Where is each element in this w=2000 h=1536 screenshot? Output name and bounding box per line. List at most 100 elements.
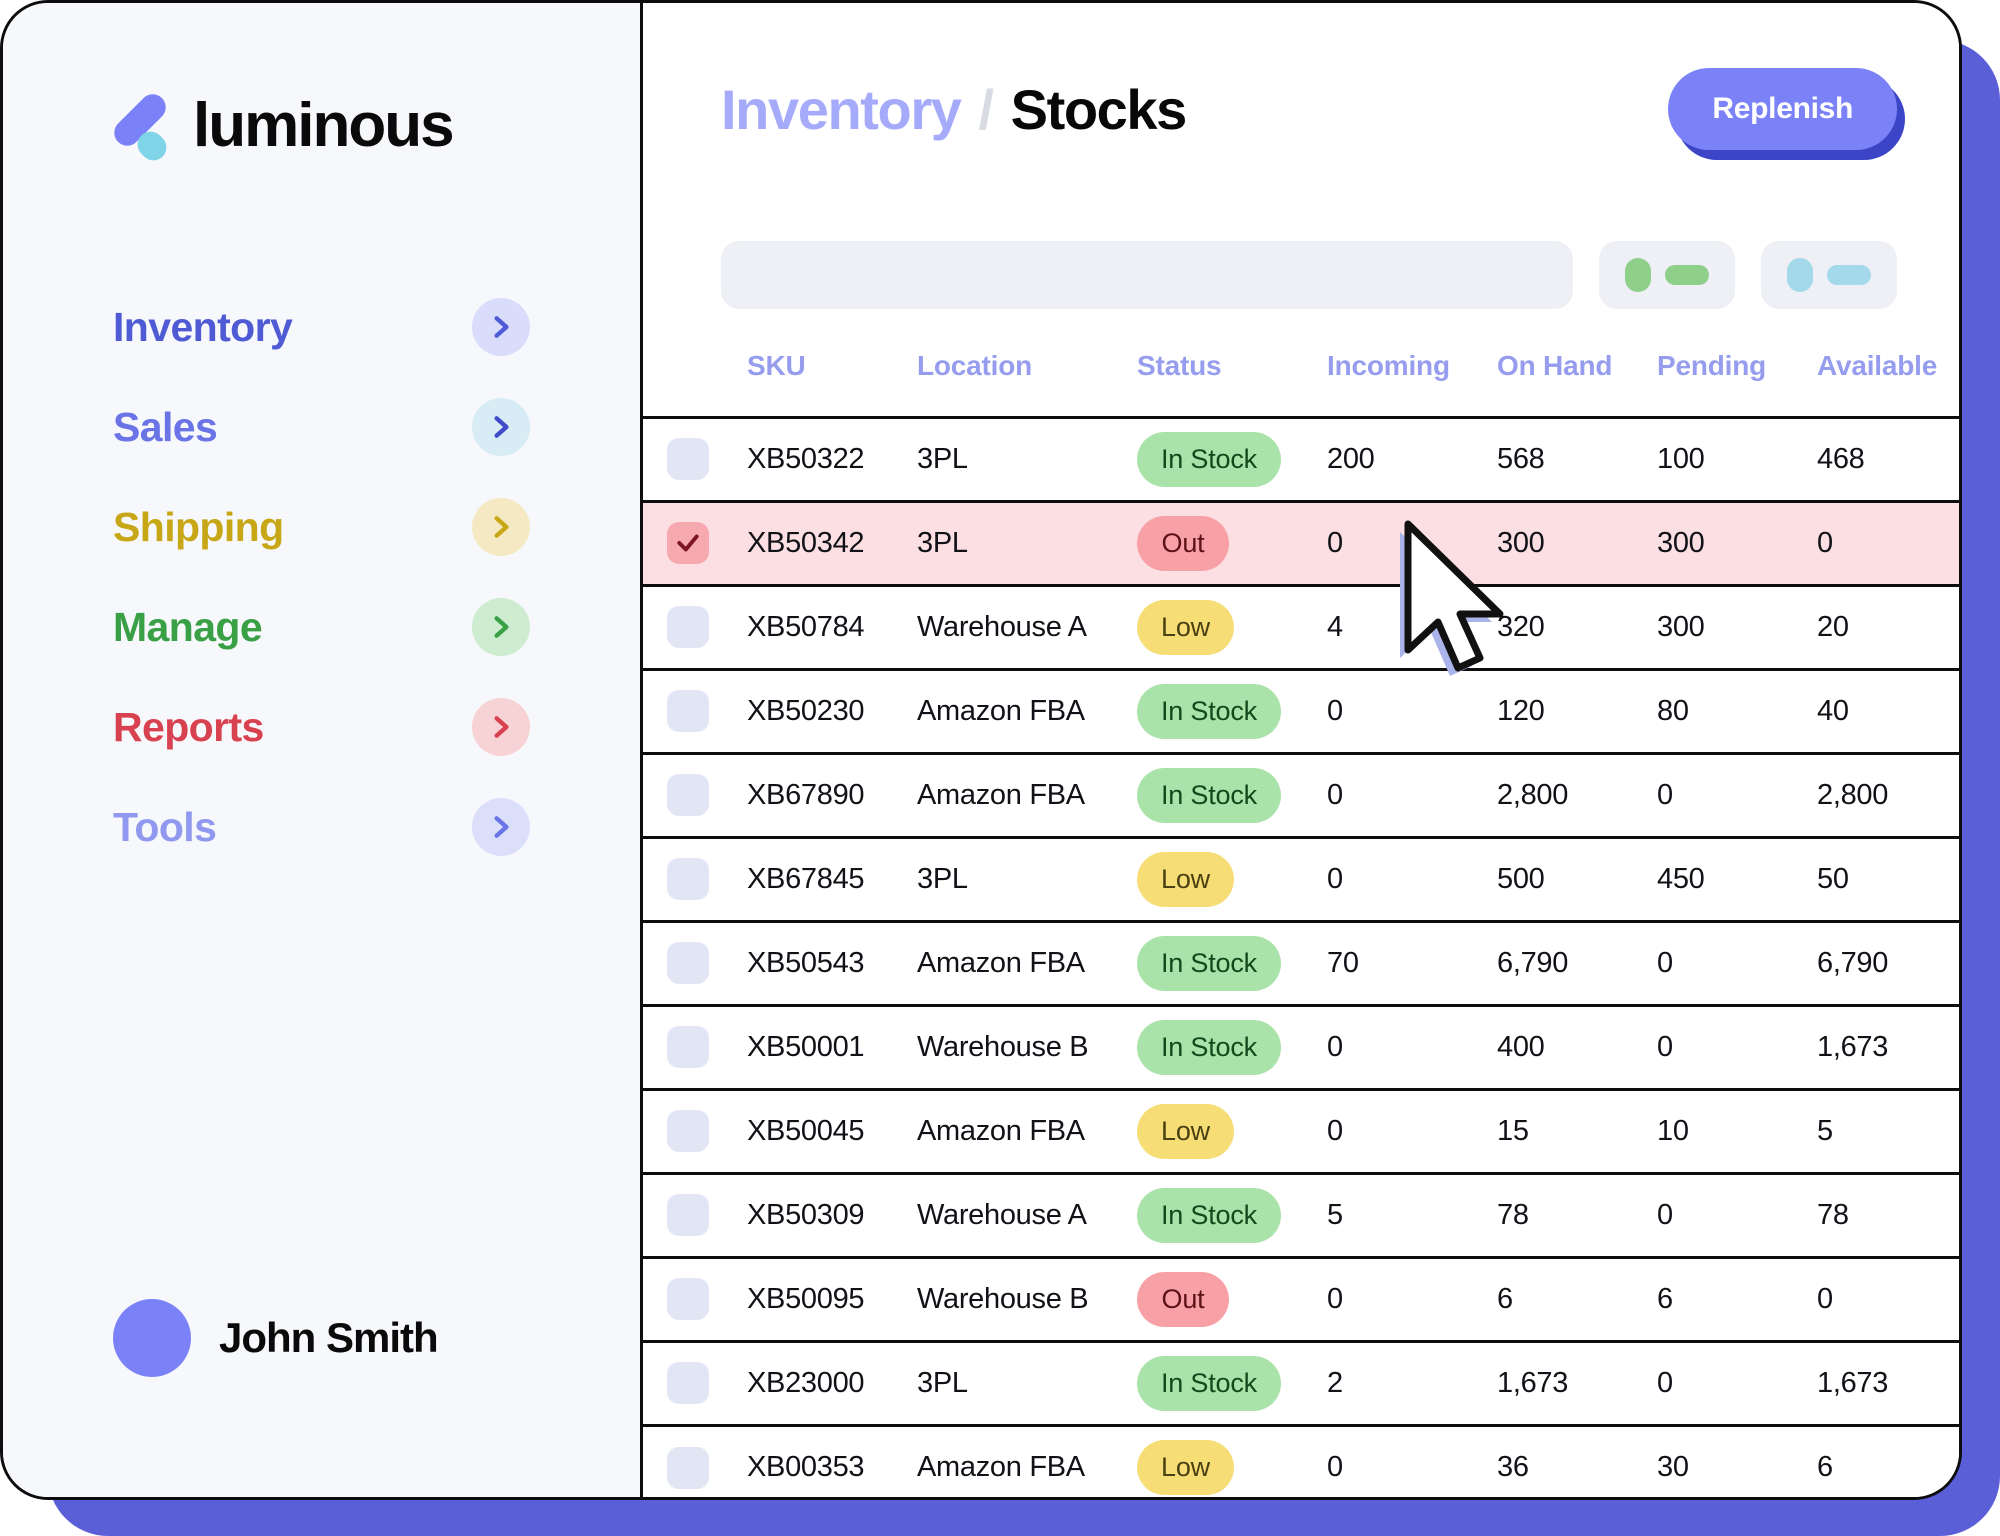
row-checkbox-cell xyxy=(643,1425,747,1497)
cell-incoming: 2 xyxy=(1327,1366,1343,1399)
row-checkbox[interactable] xyxy=(667,1278,709,1320)
row-checkbox[interactable] xyxy=(667,438,709,480)
column-header-available[interactable]: Available xyxy=(1817,335,1959,417)
table-row[interactable]: XB50230 Amazon FBA In Stock 0 120 80 40 xyxy=(643,669,1959,753)
row-checkbox[interactable] xyxy=(667,1194,709,1236)
cell-incoming: 5 xyxy=(1327,1198,1343,1231)
cell-sku: XB50309 xyxy=(747,1198,865,1231)
row-checkbox-cell xyxy=(643,501,747,585)
filter-chip-green[interactable] xyxy=(1599,241,1736,309)
table-row[interactable]: XB00353 Amazon FBA Low 0 36 30 6 xyxy=(643,1425,1959,1497)
row-checkbox[interactable] xyxy=(667,858,709,900)
row-checkbox[interactable] xyxy=(667,774,709,816)
cell-location: Warehouse B xyxy=(917,1030,1089,1063)
select-all-header xyxy=(643,335,747,417)
cell-location: 3PL xyxy=(917,1366,968,1399)
cell-location: Amazon FBA xyxy=(917,1114,1085,1147)
cell-status: In Stock xyxy=(1137,1173,1327,1257)
row-checkbox-cell xyxy=(643,1341,747,1425)
status-badge: In Stock xyxy=(1137,1187,1281,1243)
row-checkbox-cell xyxy=(643,1173,747,1257)
cell-available: 20 xyxy=(1817,610,1849,643)
column-header-pending[interactable]: Pending xyxy=(1657,335,1817,417)
chevron-right-icon[interactable] xyxy=(472,698,530,756)
cell-status: In Stock xyxy=(1137,753,1327,837)
cell-available: 2,800 xyxy=(1817,778,1889,811)
cell-location: Warehouse A xyxy=(917,610,1087,643)
row-checkbox[interactable] xyxy=(667,942,709,984)
table-row[interactable]: XB50543 Amazon FBA In Stock 70 6,790 0 6,790 xyxy=(643,921,1959,1005)
cell-on-hand: 568 xyxy=(1497,442,1545,475)
filter-bar xyxy=(643,215,1959,335)
cell-pending: 30 xyxy=(1657,1451,1689,1484)
cell-sku: XB50230 xyxy=(747,694,865,727)
table-row[interactable]: XB50001 Warehouse B In Stock 0 400 0 1,673 xyxy=(643,1005,1959,1089)
breadcrumb-inventory[interactable]: Inventory xyxy=(721,77,962,142)
table-row[interactable]: XB50342 3PL Out 0 300 300 0 xyxy=(643,501,1959,585)
user-profile[interactable]: John Smith xyxy=(113,1299,439,1377)
table-row[interactable]: XB23000 3PL In Stock 2 1,673 0 1,673 xyxy=(643,1341,1959,1425)
cell-location: Amazon FBA xyxy=(917,694,1085,727)
table-row[interactable]: XB50784 Warehouse A Low 4 320 300 20 xyxy=(643,585,1959,669)
table-row[interactable]: XB50095 Warehouse B Out 0 6 6 0 xyxy=(643,1257,1959,1341)
cell-on-hand: 320 xyxy=(1497,610,1545,643)
row-checkbox[interactable] xyxy=(667,606,709,648)
row-checkbox[interactable] xyxy=(667,1110,709,1152)
cell-sku: XB23000 xyxy=(747,1366,865,1399)
sidebar-item-sales[interactable]: Sales xyxy=(113,377,530,477)
sidebar-item-reports[interactable]: Reports xyxy=(113,677,530,777)
column-header-sku[interactable]: SKU xyxy=(747,335,917,417)
column-header-location[interactable]: Location xyxy=(917,335,1137,417)
sidebar-item-tools[interactable]: Tools xyxy=(113,777,530,877)
chevron-right-icon[interactable] xyxy=(472,398,530,456)
cell-status: In Stock xyxy=(1137,1341,1327,1425)
cell-location: 3PL xyxy=(917,442,968,475)
replenish-button[interactable]: Replenish xyxy=(1668,68,1898,150)
table-row[interactable]: XB50309 Warehouse A In Stock 5 78 0 78 xyxy=(643,1173,1959,1257)
status-badge: In Stock xyxy=(1137,1355,1281,1411)
table-row[interactable]: XB50322 3PL In Stock 200 568 100 468 xyxy=(643,417,1959,501)
sidebar-item-shipping[interactable]: Shipping xyxy=(113,477,530,577)
cell-status: Low xyxy=(1137,1425,1327,1497)
row-checkbox[interactable] xyxy=(667,690,709,732)
cell-available: 1,673 xyxy=(1817,1366,1889,1399)
row-checkbox[interactable] xyxy=(667,1026,709,1068)
search-input[interactable] xyxy=(721,241,1574,309)
sidebar-item-inventory[interactable]: Inventory xyxy=(113,277,530,377)
cell-sku: XB50095 xyxy=(747,1282,865,1315)
cell-on-hand: 120 xyxy=(1497,694,1545,727)
row-checkbox-cell xyxy=(643,837,747,921)
chevron-right-icon[interactable] xyxy=(472,798,530,856)
status-badge: In Stock xyxy=(1137,767,1281,823)
cell-on-hand: 6 xyxy=(1497,1282,1513,1315)
filter-chip-blue[interactable] xyxy=(1761,241,1898,309)
cell-available: 6,790 xyxy=(1817,946,1889,979)
row-checkbox[interactable] xyxy=(667,1362,709,1404)
table-row[interactable]: XB67890 Amazon FBA In Stock 0 2,800 0 2,800 xyxy=(643,753,1959,837)
cell-location: Amazon FBA xyxy=(917,778,1085,811)
cell-available: 5 xyxy=(1817,1114,1833,1147)
cell-pending: 80 xyxy=(1657,694,1689,727)
row-checkbox-cell xyxy=(643,1257,747,1341)
cell-pending: 0 xyxy=(1657,1366,1673,1399)
status-badge: Low xyxy=(1137,599,1234,655)
cell-available: 78 xyxy=(1817,1198,1849,1231)
cell-on-hand: 300 xyxy=(1497,526,1545,559)
chevron-right-icon[interactable] xyxy=(472,498,530,556)
cell-available: 40 xyxy=(1817,694,1849,727)
brand-logo[interactable]: luminous xyxy=(3,3,640,165)
column-header-status[interactable]: Status xyxy=(1137,335,1327,417)
table-row[interactable]: XB67845 3PL Low 0 500 450 50 xyxy=(643,837,1959,921)
column-header-on-hand[interactable]: On Hand xyxy=(1497,335,1657,417)
table-row[interactable]: XB50045 Amazon FBA Low 0 15 10 5 xyxy=(643,1089,1959,1173)
cell-pending: 300 xyxy=(1657,610,1705,643)
cell-on-hand: 6,790 xyxy=(1497,946,1569,979)
row-checkbox-cell xyxy=(643,1089,747,1173)
column-header-incoming[interactable]: Incoming xyxy=(1327,335,1497,417)
cell-status: In Stock xyxy=(1137,417,1327,501)
row-checkbox-checked[interactable] xyxy=(667,522,709,564)
chevron-right-icon[interactable] xyxy=(472,598,530,656)
row-checkbox[interactable] xyxy=(667,1446,709,1489)
sidebar-item-manage[interactable]: Manage xyxy=(113,577,530,677)
chevron-right-icon[interactable] xyxy=(472,298,530,356)
